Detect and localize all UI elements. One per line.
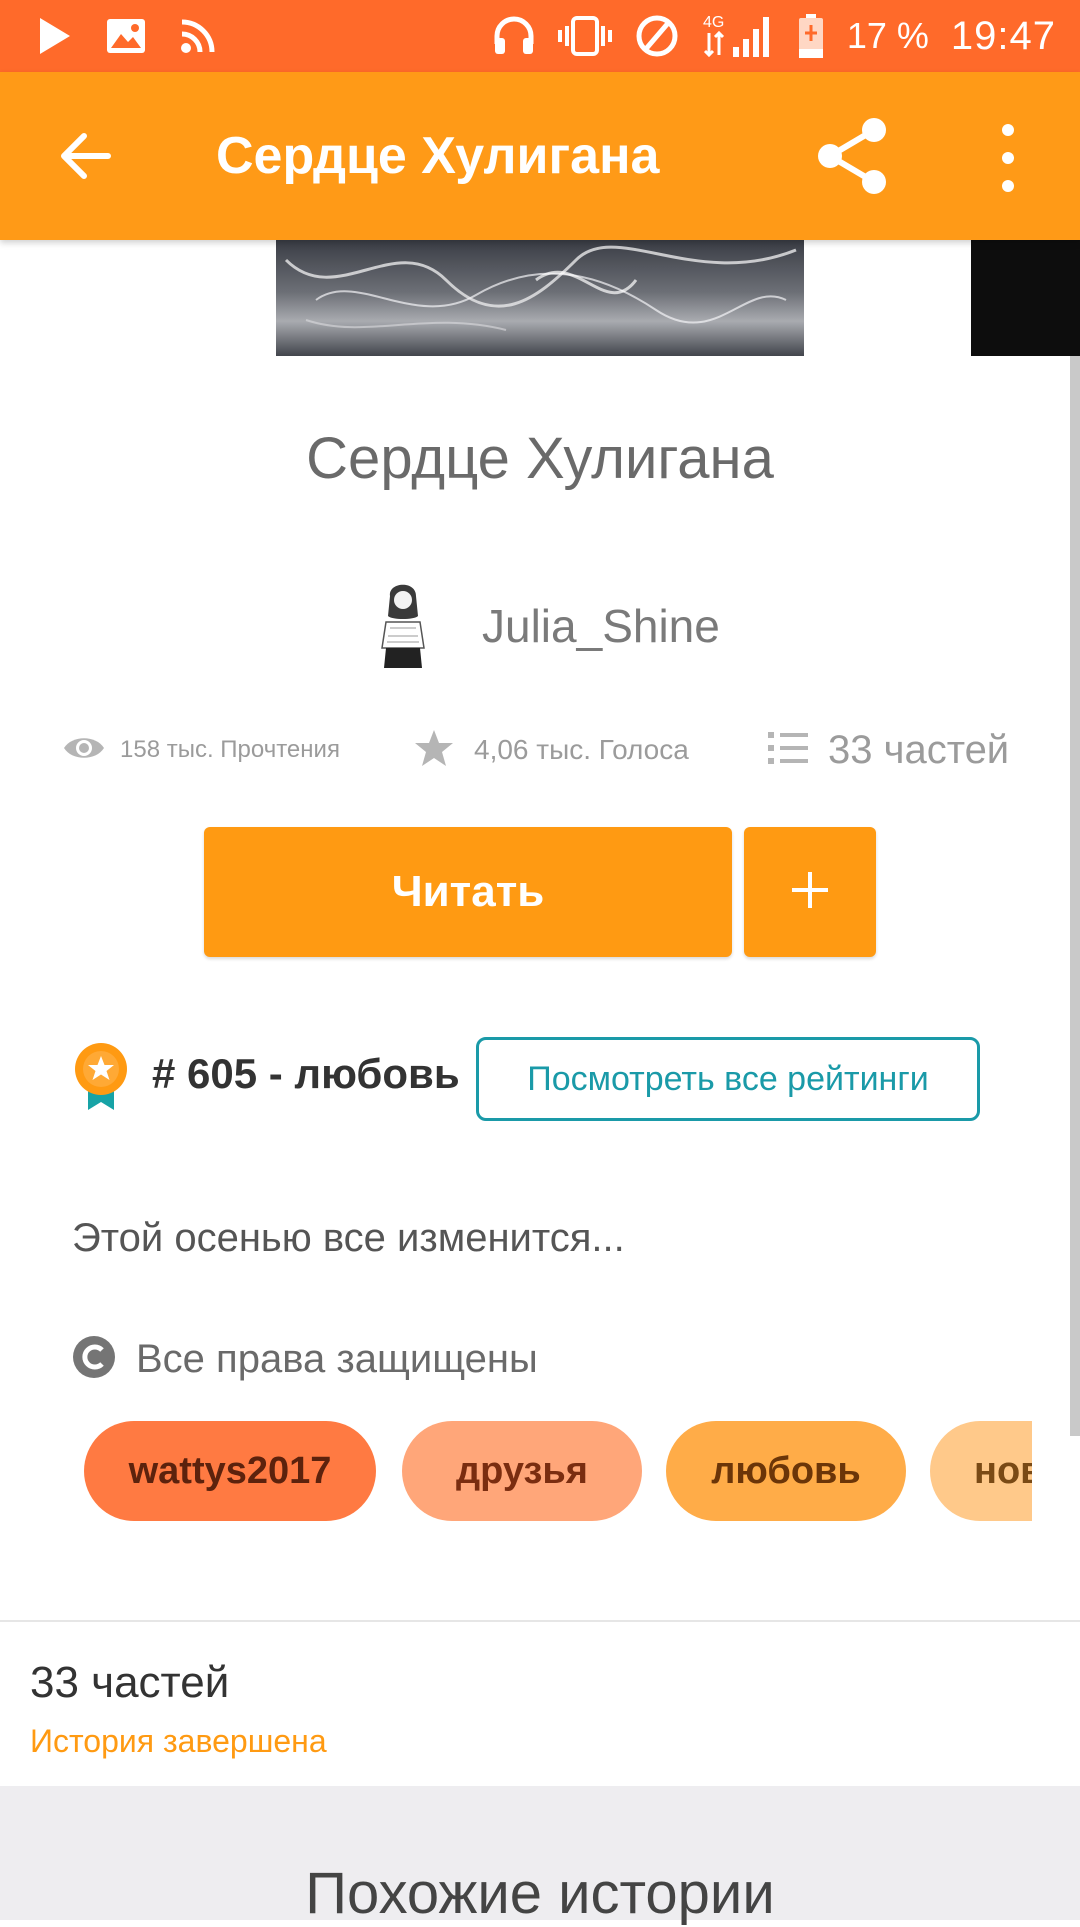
app-bar: Сердце Хулигана (0, 72, 1080, 240)
svg-text:4G: 4G (703, 14, 724, 31)
signal-icon: 4G (701, 13, 775, 59)
vibrate-icon (557, 16, 613, 56)
ranking-medal-icon (72, 1042, 130, 1112)
copyright: Все права защищены (72, 1334, 538, 1384)
story-status: История завершена (30, 1723, 327, 1759)
headphones-icon (493, 16, 535, 56)
star-icon (414, 728, 454, 773)
app-bar-title: Сердце Хулигана (216, 127, 660, 185)
add-to-library-button[interactable] (744, 827, 876, 957)
reads-count: 158 тыс. Прочтения (120, 736, 340, 763)
tag-chip[interactable]: любовь (666, 1421, 906, 1521)
more-vert-icon[interactable] (990, 120, 1026, 196)
avatar[interactable] (368, 576, 438, 676)
play-store-icon (36, 16, 72, 56)
status-bar: 4G 17 % 19:47 (0, 0, 1080, 72)
gallery-icon (106, 18, 146, 54)
divider (0, 1620, 1080, 1622)
copyright-text: Все права защищены (136, 1336, 538, 1381)
rank-text: # 605 - любовь (152, 1050, 460, 1097)
parts-count-stat: 33 частей (828, 727, 1010, 772)
eye-icon (62, 733, 106, 768)
scrollbar[interactable] (1070, 356, 1080, 1436)
copyright-icon (72, 1335, 116, 1384)
view-all-ratings-button[interactable]: Посмотреть все рейтинги (476, 1037, 980, 1121)
battery-percent: 17 % (846, 15, 929, 56)
battery-icon (797, 13, 825, 59)
share-icon[interactable] (812, 116, 892, 196)
votes-count: 4,06 тыс. Голоса (474, 734, 689, 765)
author-name[interactable]: Julia_Shine (482, 599, 720, 653)
tag-chip[interactable]: wattys2017 (84, 1421, 376, 1521)
cover-edge (971, 240, 1080, 356)
story-cover-image (276, 240, 804, 356)
votes-stat: 4,06 тыс. Голоса (414, 722, 689, 778)
list-icon (768, 730, 808, 771)
reads-stat: 158 тыс. Прочтения (62, 722, 340, 778)
tag-chip[interactable]: нов (930, 1421, 1032, 1521)
tag-chip[interactable]: друзья (402, 1421, 642, 1521)
no-sim-icon (635, 14, 679, 58)
clock: 19:47 (950, 13, 1056, 58)
tag-list: wattys2017 друзья любовь нов (84, 1421, 1032, 1521)
parts-stat: 33 частей (768, 722, 1009, 778)
story-stats: 158 тыс. Прочтения 4,06 тыс. Голоса 33 ч… (62, 722, 1022, 778)
plus-icon (788, 868, 832, 917)
author[interactable]: Julia_Shine (368, 576, 720, 676)
similar-stories-section: Похожие истории (0, 1786, 1080, 1926)
story-description: Этой осенью все изменится... (72, 1216, 625, 1260)
parts-count[interactable]: 33 частей (30, 1658, 229, 1708)
read-button[interactable]: Читать (204, 827, 732, 957)
similar-stories-title: Похожие истории (305, 1861, 775, 1926)
rss-icon (180, 18, 216, 54)
story-title: Сердце Хулигана (306, 426, 774, 491)
back-arrow-icon[interactable] (56, 126, 116, 186)
